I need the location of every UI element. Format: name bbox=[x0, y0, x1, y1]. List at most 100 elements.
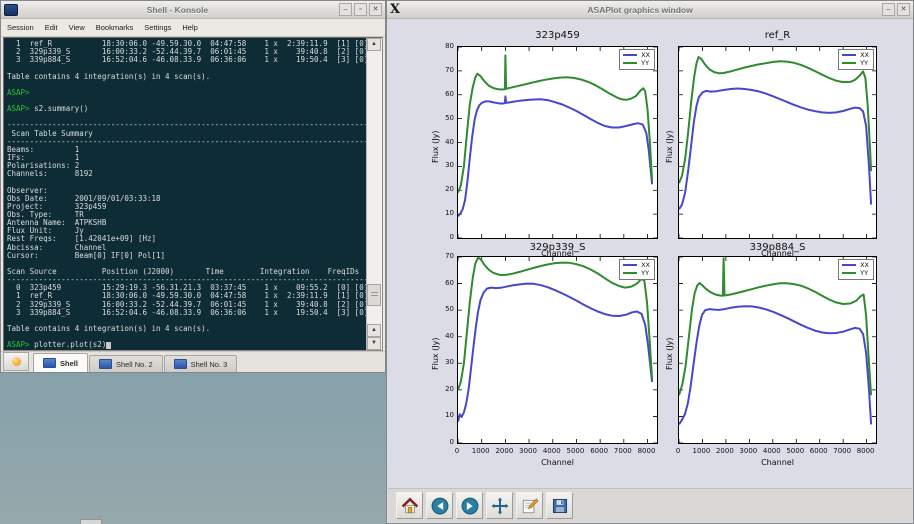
legend-entry-YY: YY bbox=[842, 59, 869, 67]
y-tick-label: 50 bbox=[432, 305, 454, 313]
back-button[interactable] bbox=[426, 492, 453, 519]
plot-axes bbox=[457, 256, 658, 444]
shell-icon bbox=[43, 358, 56, 368]
konsole-window: Shell - Konsole – ▫ ✕ Session Edit View … bbox=[0, 0, 386, 373]
tab-shell-1[interactable]: Shell bbox=[33, 353, 88, 372]
terminal-line: 3 339p884_S 16:52:04.6 -46.08.33.9 06:36… bbox=[7, 309, 366, 317]
y-tick-label: 80 bbox=[432, 42, 454, 50]
back-arrow-icon bbox=[431, 497, 449, 515]
plot-axes bbox=[678, 46, 877, 239]
plot-legend: XXYY bbox=[838, 259, 874, 280]
konsole-window-title: Shell - Konsole bbox=[18, 5, 337, 15]
x11-app-icon: X bbox=[390, 3, 400, 16]
scroll-up-button[interactable]: ▲ bbox=[367, 38, 381, 51]
menu-bookmarks[interactable]: Bookmarks bbox=[96, 23, 134, 32]
plot-title: 339p884_S bbox=[668, 242, 887, 253]
terminal-line: Channels: 8192 bbox=[7, 170, 366, 178]
subplot-config-button[interactable] bbox=[516, 492, 543, 519]
x-axis-label: Channel bbox=[457, 458, 658, 467]
y-tick-label: 0 bbox=[432, 438, 454, 446]
save-button[interactable] bbox=[546, 492, 573, 519]
plot-axes bbox=[678, 256, 877, 444]
legend-entry-XX: XX bbox=[842, 51, 869, 59]
x-axis-label: Channel bbox=[678, 458, 877, 467]
terminal-output[interactable]: 1 ref_R 18:30:06.0 -49.59.30.0 04:47:58 … bbox=[4, 38, 366, 350]
home-button[interactable] bbox=[396, 492, 423, 519]
subplot-339p884_S: 339p884_S Flux (Jy) 01000200030004000500… bbox=[678, 256, 877, 444]
menu-settings[interactable]: Settings bbox=[144, 23, 171, 32]
pan-button[interactable] bbox=[486, 492, 513, 519]
y-tick-label: 0 bbox=[432, 233, 454, 241]
plot-legend: XXYY bbox=[838, 49, 874, 70]
series-XX bbox=[458, 96, 652, 216]
terminal-line bbox=[7, 178, 366, 186]
menu-view[interactable]: View bbox=[69, 23, 85, 32]
plot-legend: XXYY bbox=[619, 259, 655, 280]
matplotlib-toolbar bbox=[388, 488, 912, 522]
terminal-line: ASAP> plotter.plot(s2) bbox=[7, 341, 366, 349]
plot-title: ref_R bbox=[668, 30, 887, 41]
close-button[interactable]: ✕ bbox=[369, 3, 382, 16]
minimize-button[interactable]: – bbox=[339, 3, 352, 16]
terminal-line: 3 339p884_S 16:52:04.6 -46.08.33.9 06:36… bbox=[7, 56, 366, 64]
subplot-323p459: 323p459 Flux (Jy) 01020304050607080 Chan… bbox=[457, 46, 658, 239]
konsole-titlebar[interactable]: Shell - Konsole – ▫ ✕ bbox=[1, 1, 385, 19]
plot-title: 323p459 bbox=[447, 30, 668, 41]
menu-help[interactable]: Help bbox=[182, 23, 197, 32]
text-cursor bbox=[106, 342, 111, 350]
terminal-line: Table contains 4 integration(s) in 4 sca… bbox=[7, 325, 366, 333]
minimize-button[interactable]: – bbox=[882, 3, 895, 16]
asaplot-window: X ASAPlot graphics window – ✕ 323p459 Fl… bbox=[386, 0, 914, 524]
new-session-button[interactable] bbox=[3, 352, 29, 371]
terminal-line: Table contains 4 integration(s) in 4 sca… bbox=[7, 73, 366, 81]
close-button[interactable]: ✕ bbox=[897, 3, 910, 16]
series-XX bbox=[458, 284, 652, 422]
tab-label: Shell No. 2 bbox=[116, 360, 153, 369]
scroll-up-button-bottom[interactable]: ▲ bbox=[367, 324, 381, 337]
y-axis-label: Flux (Jy) bbox=[665, 130, 674, 163]
terminal-line: ASAP> bbox=[7, 89, 366, 97]
asaplot-titlebar[interactable]: X ASAPlot graphics window – ✕ bbox=[387, 1, 913, 19]
terminal-line bbox=[7, 81, 366, 89]
pan-arrows-icon bbox=[491, 497, 509, 515]
session-tabbar: Shell Shell No. 2 Shell No. 3 bbox=[1, 351, 385, 372]
taskbar-peek bbox=[80, 519, 102, 524]
y-tick-label: 10 bbox=[432, 209, 454, 217]
plot-title: 329p339_S bbox=[447, 242, 668, 253]
new-session-icon bbox=[12, 357, 21, 366]
series-XX bbox=[679, 89, 871, 210]
scrollbar-thumb[interactable] bbox=[367, 284, 381, 306]
y-tick-label: 20 bbox=[432, 385, 454, 393]
asaplot-window-title: ASAPlot graphics window bbox=[400, 5, 880, 15]
matplotlib-figure: 323p459 Flux (Jy) 01020304050607080 Chan… bbox=[388, 19, 912, 488]
terminal-frame: 1 ref_R 18:30:06.0 -49.59.30.0 04:47:58 … bbox=[3, 37, 383, 351]
plot-legend: XXYY bbox=[619, 49, 655, 70]
y-tick-label: 70 bbox=[432, 66, 454, 74]
menu-edit[interactable]: Edit bbox=[45, 23, 58, 32]
x-tick-label: 8000 bbox=[632, 447, 662, 455]
y-tick-label: 10 bbox=[432, 411, 454, 419]
plot-axes bbox=[457, 46, 658, 239]
maximize-button[interactable]: ▫ bbox=[354, 3, 367, 16]
shell-icon bbox=[174, 359, 187, 369]
menu-session[interactable]: Session bbox=[7, 23, 34, 32]
legend-entry-XX: XX bbox=[623, 51, 650, 59]
home-icon bbox=[401, 497, 419, 515]
legend-entry-YY: YY bbox=[842, 269, 869, 277]
tab-shell-2[interactable]: Shell No. 2 bbox=[89, 355, 163, 372]
scroll-down-button[interactable]: ▼ bbox=[367, 337, 381, 350]
y-axis-label: Flux (Jy) bbox=[431, 337, 440, 370]
x-tick-label: 8000 bbox=[851, 447, 881, 455]
forward-button[interactable] bbox=[456, 492, 483, 519]
konsole-menubar: Session Edit View Bookmarks Settings Hel… bbox=[1, 19, 385, 37]
y-tick-label: 50 bbox=[432, 114, 454, 122]
y-axis-label: Flux (Jy) bbox=[431, 130, 440, 163]
terminal-scrollbar[interactable]: ▲ ▲ ▼ bbox=[366, 38, 382, 350]
series-YY bbox=[458, 55, 652, 192]
legend-entry-YY: YY bbox=[623, 59, 650, 67]
legend-entry-YY: YY bbox=[623, 269, 650, 277]
tab-label: Shell No. 3 bbox=[191, 360, 228, 369]
legend-entry-XX: XX bbox=[842, 261, 869, 269]
subplot-329p339_S: 329p339_S Flux (Jy) 010203040506070 0100… bbox=[457, 256, 658, 444]
tab-shell-3[interactable]: Shell No. 3 bbox=[164, 355, 238, 372]
